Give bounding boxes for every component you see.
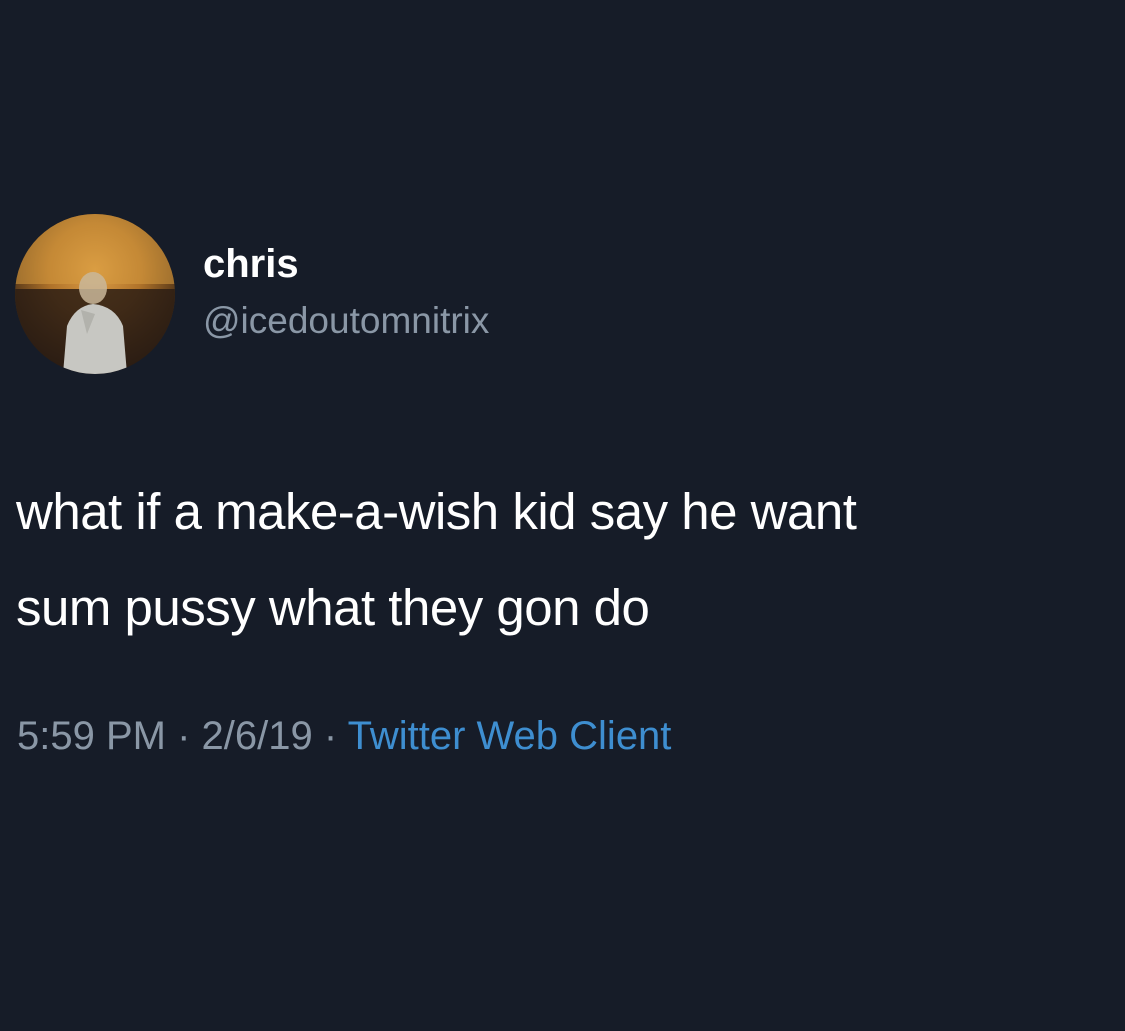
- meta-separator: ·: [177, 714, 191, 758]
- tweet-text: what if a make-a-wish kid say he want su…: [16, 464, 1111, 656]
- avatar[interactable]: [15, 214, 175, 374]
- display-name[interactable]: chris: [203, 238, 299, 290]
- tweet-card: chris @icedoutomnitrix what if a make-a-…: [0, 0, 1125, 1031]
- tweet-source-link[interactable]: Twitter Web Client: [348, 714, 672, 758]
- meta-separator: ·: [323, 714, 338, 758]
- tweet-date: 2/6/19: [201, 714, 313, 758]
- tweet-text-line: what if a make-a-wish kid say he want: [16, 483, 857, 540]
- tweet-meta: 5:59 PM · 2/6/19 · Twitter Web Client: [17, 708, 671, 764]
- tweet-time: 5:59 PM: [17, 714, 166, 758]
- avatar-photo: [15, 214, 175, 374]
- tweet-text-line: sum pussy what they gon do: [16, 579, 650, 636]
- user-handle[interactable]: @icedoutomnitrix: [203, 296, 489, 346]
